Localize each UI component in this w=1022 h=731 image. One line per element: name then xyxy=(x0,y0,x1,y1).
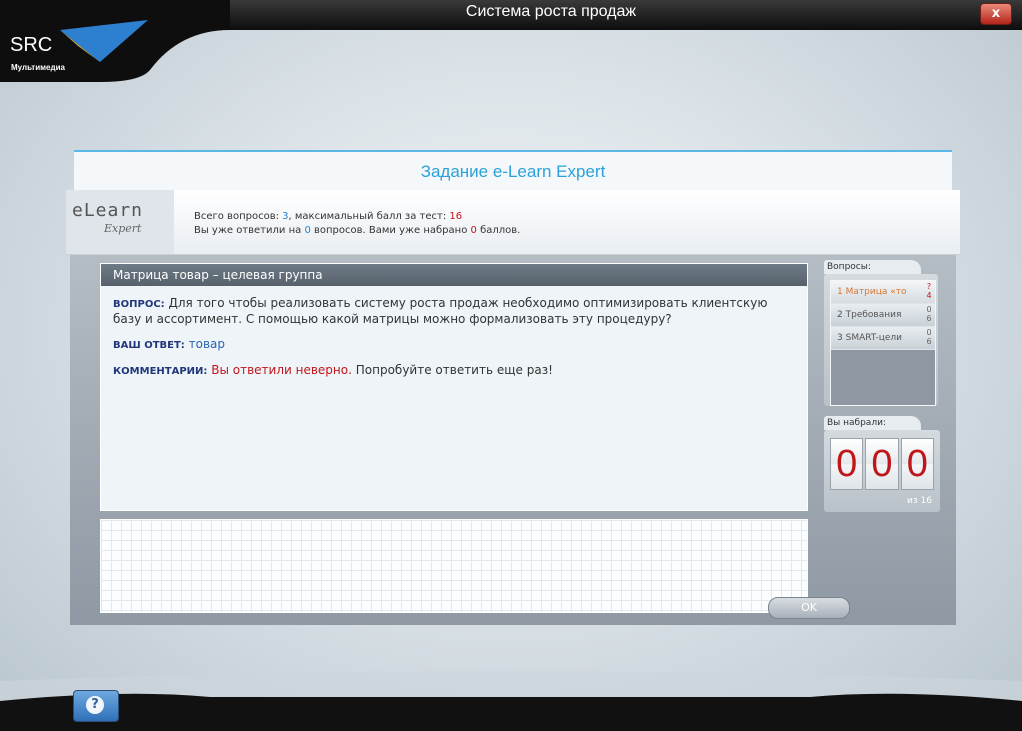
task-header: Задание e-Learn Expert xyxy=(74,150,952,192)
max-label: , максимальный балл за тест: xyxy=(288,211,447,222)
score-digit: 0 xyxy=(830,438,864,490)
window-title: Система роста продаж xyxy=(465,3,637,20)
questions-list: 1 Матрица «то ? 4 2 Требования 06 3 SMART… xyxy=(824,274,938,406)
scored-suffix: баллов. xyxy=(480,225,521,236)
question-box: Матрица товар – целевая группа ВОПРОС: Д… xyxy=(100,263,808,511)
task-title: Задание e-Learn Expert xyxy=(420,162,606,181)
answer-text: товар xyxy=(188,337,225,351)
question-header: Матрица товар – целевая группа xyxy=(101,264,807,286)
question-item[interactable]: 3 SMART-цели 06 xyxy=(831,327,935,350)
brand-subtitle: Мультимедиа xyxy=(11,63,65,72)
close-button[interactable]: x xyxy=(980,3,1012,25)
bottom-bar xyxy=(0,671,1022,731)
question-item-label: Матрица «то xyxy=(845,287,907,297)
task-panel: Задание e-Learn Expert eLearn Expert Все… xyxy=(66,150,960,626)
help-icon: ? xyxy=(86,696,104,714)
comment-wrong: Вы ответили неверно. xyxy=(211,363,352,377)
ok-button[interactable]: OK xyxy=(768,597,850,619)
answered-count: 0 xyxy=(304,225,311,236)
brand-name: SRC xyxy=(10,34,53,56)
score-digit: 0 xyxy=(865,438,899,490)
comment-label: КОММЕНТАРИИ: xyxy=(113,366,208,377)
question-item-label: Требования xyxy=(845,310,902,320)
test-info: Всего вопросов: 3, максимальный балл за … xyxy=(194,210,520,238)
score-label: Вы набрали: xyxy=(824,416,921,430)
total-label: Всего вопросов: xyxy=(194,211,279,222)
elearn-logo: eLearn Expert xyxy=(66,190,174,254)
help-button[interactable]: ? xyxy=(73,690,119,722)
score-out-of: из 16 xyxy=(907,496,932,506)
question-item[interactable]: 1 Матрица «то ? 4 xyxy=(831,281,935,304)
answered-suffix: вопросов. Вами уже набрано xyxy=(314,225,468,236)
question-item-label: SMART-цели xyxy=(845,333,903,343)
answered-label: Вы уже ответили на xyxy=(194,225,302,236)
comment-text: Попробуйте ответить еще раз! xyxy=(355,363,553,377)
max-score: 16 xyxy=(449,211,463,222)
question-item[interactable]: 2 Требования 06 xyxy=(831,304,935,327)
question-label: ВОПРОС: xyxy=(113,299,165,310)
info-bar: eLearn Expert Всего вопросов: 3, максима… xyxy=(66,190,960,255)
logo-line1: eLearn xyxy=(72,200,144,221)
question-text: Для того чтобы реализовать систему роста… xyxy=(113,296,768,326)
question-num: 3 xyxy=(837,333,843,343)
question-num: 1 xyxy=(837,287,843,297)
logo-line2: Expert xyxy=(104,222,142,235)
answer-input-area[interactable] xyxy=(100,519,808,613)
question-num: 2 xyxy=(837,310,843,320)
question-score: ? 4 xyxy=(926,282,932,300)
score-counter: 0 0 0 из 16 xyxy=(824,430,940,512)
question-score: 06 xyxy=(926,328,932,346)
questions-panel-label: Вопросы: xyxy=(824,260,921,274)
answer-label: ВАШ ОТВЕТ: xyxy=(113,340,185,351)
scored-count: 0 xyxy=(470,225,477,236)
app-window: SRC Мультимедиа Система роста продаж x ?… xyxy=(0,0,1022,731)
score-digit: 0 xyxy=(900,438,934,490)
question-score: 06 xyxy=(926,305,932,323)
